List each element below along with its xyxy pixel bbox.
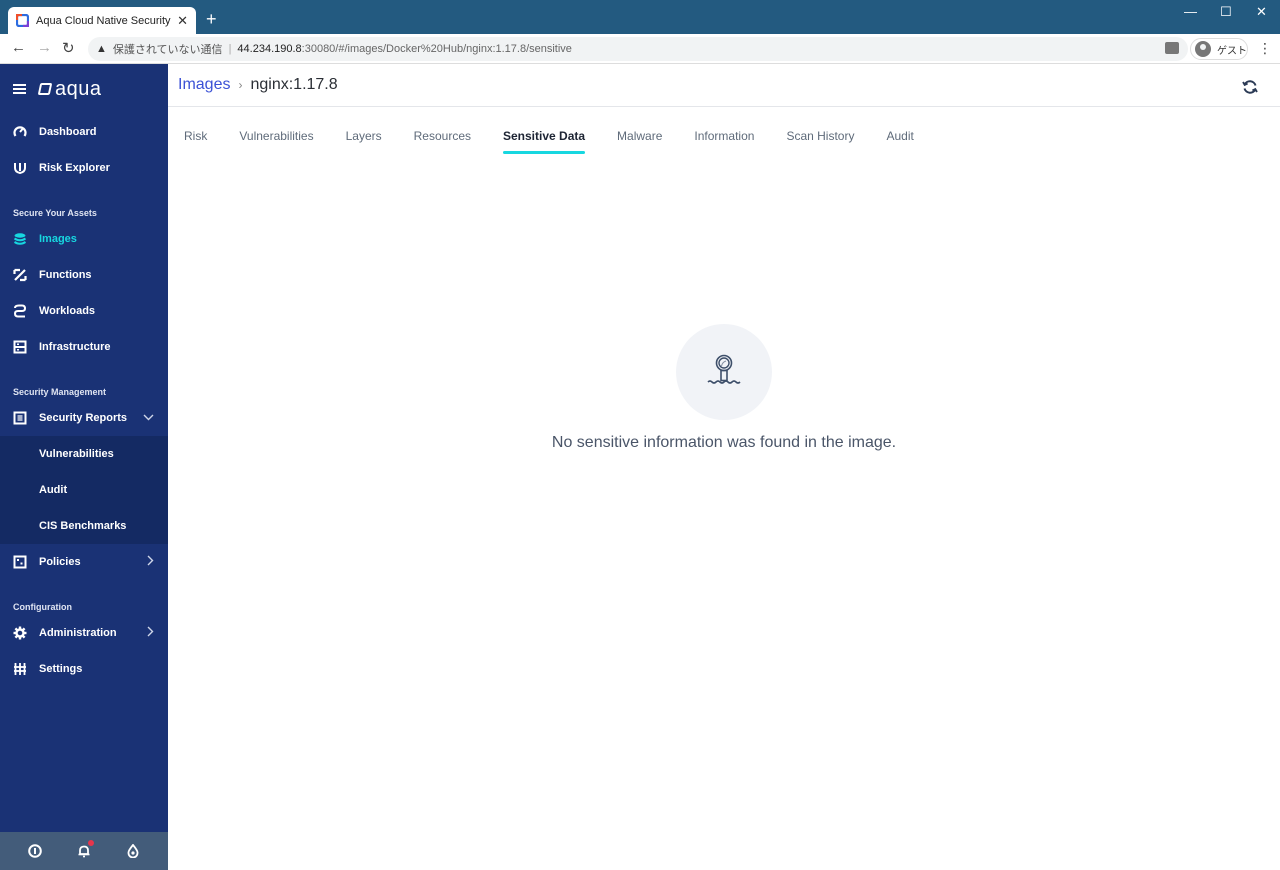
sidebar-item-label: CIS Benchmarks <box>39 520 127 532</box>
maximize-button[interactable]: ☐ <box>1220 4 1232 20</box>
address-separator: | <box>228 43 232 55</box>
sidebar-item-label: Audit <box>39 484 68 496</box>
sidebar-item-label: Security Reports <box>39 412 128 424</box>
policies-icon <box>13 555 27 569</box>
chevron-right-icon[interactable] <box>147 626 154 640</box>
notifications-bell-icon[interactable] <box>77 840 94 858</box>
layers-icon <box>13 232 27 246</box>
browser-titlebar: Aqua Cloud Native Security Platfo ✕ + — … <box>0 0 1280 34</box>
chevron-right-icon[interactable] <box>147 555 154 569</box>
sidebar-item-workloads[interactable]: Workloads <box>0 293 168 329</box>
sidebar-item-dashboard[interactable]: Dashboard <box>0 114 168 150</box>
page-header: Images › nginx:1.17.8 <box>168 64 1280 107</box>
section-configuration: Configuration <box>13 602 72 612</box>
gear-icon <box>13 626 27 640</box>
address-host: 44.234.190.8 <box>237 43 302 55</box>
sidebar-item-label: Settings <box>39 663 83 675</box>
sidebar-item-label: Images <box>39 233 77 245</box>
infrastructure-icon <box>13 340 27 354</box>
sidebar-item-label: Infrastructure <box>39 341 111 353</box>
tab-audit[interactable]: Audit <box>886 126 913 146</box>
sidebar-item-label: Dashboard <box>39 126 97 138</box>
empty-state: No sensitive information was found in th… <box>168 324 1280 452</box>
tab-malware[interactable]: Malware <box>617 126 662 146</box>
sidebar-brand: aqua <box>0 64 168 114</box>
image-tabs: Risk Vulnerabilities Layers Resources Se… <box>168 107 1280 165</box>
notification-badge <box>87 840 94 846</box>
tab-sensitive-data[interactable]: Sensitive Data <box>503 126 586 154</box>
browser-toolbar: ← → ↻ ▲ 保護されていない通信 | 44.234.190.8 :30080… <box>0 34 1280 64</box>
tab-close-icon[interactable]: ✕ <box>177 13 188 29</box>
report-icon <box>13 411 27 425</box>
window-close-button[interactable]: ✕ <box>1256 4 1267 20</box>
warning-icon: ▲ <box>96 43 107 55</box>
sidebar-item-risk-explorer[interactable]: Risk Explorer <box>0 150 168 186</box>
sidebar-subitem-cis-benchmarks[interactable]: CIS Benchmarks <box>0 508 168 544</box>
tab-scan-history[interactable]: Scan History <box>786 126 854 146</box>
info-icon[interactable] <box>27 844 42 858</box>
breadcrumb-chevron-icon: › <box>238 78 243 92</box>
empty-state-message: No sensitive information was found in th… <box>551 434 897 451</box>
tab-layers[interactable]: Layers <box>346 126 382 146</box>
sidebar: aqua Dashboard Risk Explorer Secure Your… <box>0 64 168 870</box>
sidebar-subitem-vulnerabilities[interactable]: Vulnerabilities <box>0 436 168 472</box>
forward-button[interactable]: → <box>37 39 52 56</box>
sidebar-item-label: Vulnerabilities <box>39 448 114 460</box>
translate-icon[interactable] <box>1165 42 1179 54</box>
minimize-button[interactable]: — <box>1184 4 1197 19</box>
main-content: Images › nginx:1.17.8 Risk Vulnerabiliti… <box>168 64 1280 870</box>
sidebar-item-infrastructure[interactable]: Infrastructure <box>0 329 168 365</box>
browser-menu-icon[interactable]: ⋮ <box>1258 40 1272 57</box>
sidebar-item-administration[interactable]: Administration <box>0 615 168 651</box>
sidebar-item-security-reports[interactable]: Security Reports <box>0 400 168 436</box>
aqua-favicon-icon <box>15 13 30 28</box>
address-path: :30080/#/images/Docker%20Hub/nginx:1.17.… <box>301 43 572 55</box>
section-security-management: Security Management <box>13 387 107 397</box>
gauge-icon <box>13 125 27 139</box>
insecure-label: 保護されていない通信 <box>112 44 223 56</box>
back-button[interactable]: ← <box>11 39 26 56</box>
new-tab-button[interactable]: + <box>206 9 217 29</box>
address-bar[interactable]: ▲ 保護されていない通信 | 44.234.190.8 :30080/#/ima… <box>88 37 1188 61</box>
empty-state-illustration <box>676 324 772 420</box>
sidebar-item-label: Risk Explorer <box>39 162 110 174</box>
hamburger-menu-icon[interactable] <box>13 84 26 94</box>
browser-tab[interactable]: Aqua Cloud Native Security Platfo ✕ <box>8 7 196 34</box>
page-title: nginx:1.17.8 <box>250 76 338 93</box>
functions-icon <box>13 268 27 282</box>
periscope-icon <box>707 354 741 384</box>
logo-text: aqua <box>55 77 102 100</box>
sidebar-item-label: Functions <box>39 269 92 281</box>
sidebar-item-policies[interactable]: Policies <box>0 544 168 580</box>
tab-information[interactable]: Information <box>694 126 754 146</box>
sidebar-item-images[interactable]: Images <box>0 221 168 257</box>
sidebar-item-label: Administration <box>39 627 117 639</box>
security-reports-submenu: Vulnerabilities Audit CIS Benchmarks <box>0 436 168 544</box>
risk-explorer-icon <box>13 161 27 175</box>
sidebar-subitem-audit[interactable]: Audit <box>0 472 168 508</box>
profile-button[interactable]: ゲスト <box>1190 38 1248 60</box>
tab-resources[interactable]: Resources <box>414 126 471 146</box>
aqua-logo-mark-icon <box>37 83 53 95</box>
sidebar-footer <box>0 832 168 870</box>
reload-button[interactable]: ↻ <box>62 39 75 57</box>
workloads-icon <box>13 304 27 318</box>
section-secure-your-assets: Secure Your Assets <box>13 208 97 218</box>
refresh-icon[interactable] <box>1242 79 1258 95</box>
breadcrumb-images-link[interactable]: Images <box>178 76 230 94</box>
chevron-down-icon[interactable] <box>143 412 154 424</box>
aqua-logo[interactable]: aqua <box>37 77 102 101</box>
profile-avatar-icon <box>1195 41 1211 57</box>
tab-risk[interactable]: Risk <box>184 126 207 146</box>
profile-label: ゲスト <box>1217 45 1247 57</box>
sidebar-item-functions[interactable]: Functions <box>0 257 168 293</box>
aqua-drop-icon[interactable] <box>126 844 140 858</box>
sliders-icon <box>13 662 27 676</box>
tab-title: Aqua Cloud Native Security Platfo <box>36 14 171 27</box>
sidebar-item-label: Workloads <box>39 305 96 317</box>
sidebar-item-settings[interactable]: Settings <box>0 651 168 687</box>
tab-vulnerabilities[interactable]: Vulnerabilities <box>239 126 313 146</box>
sidebar-item-label: Policies <box>39 556 81 568</box>
